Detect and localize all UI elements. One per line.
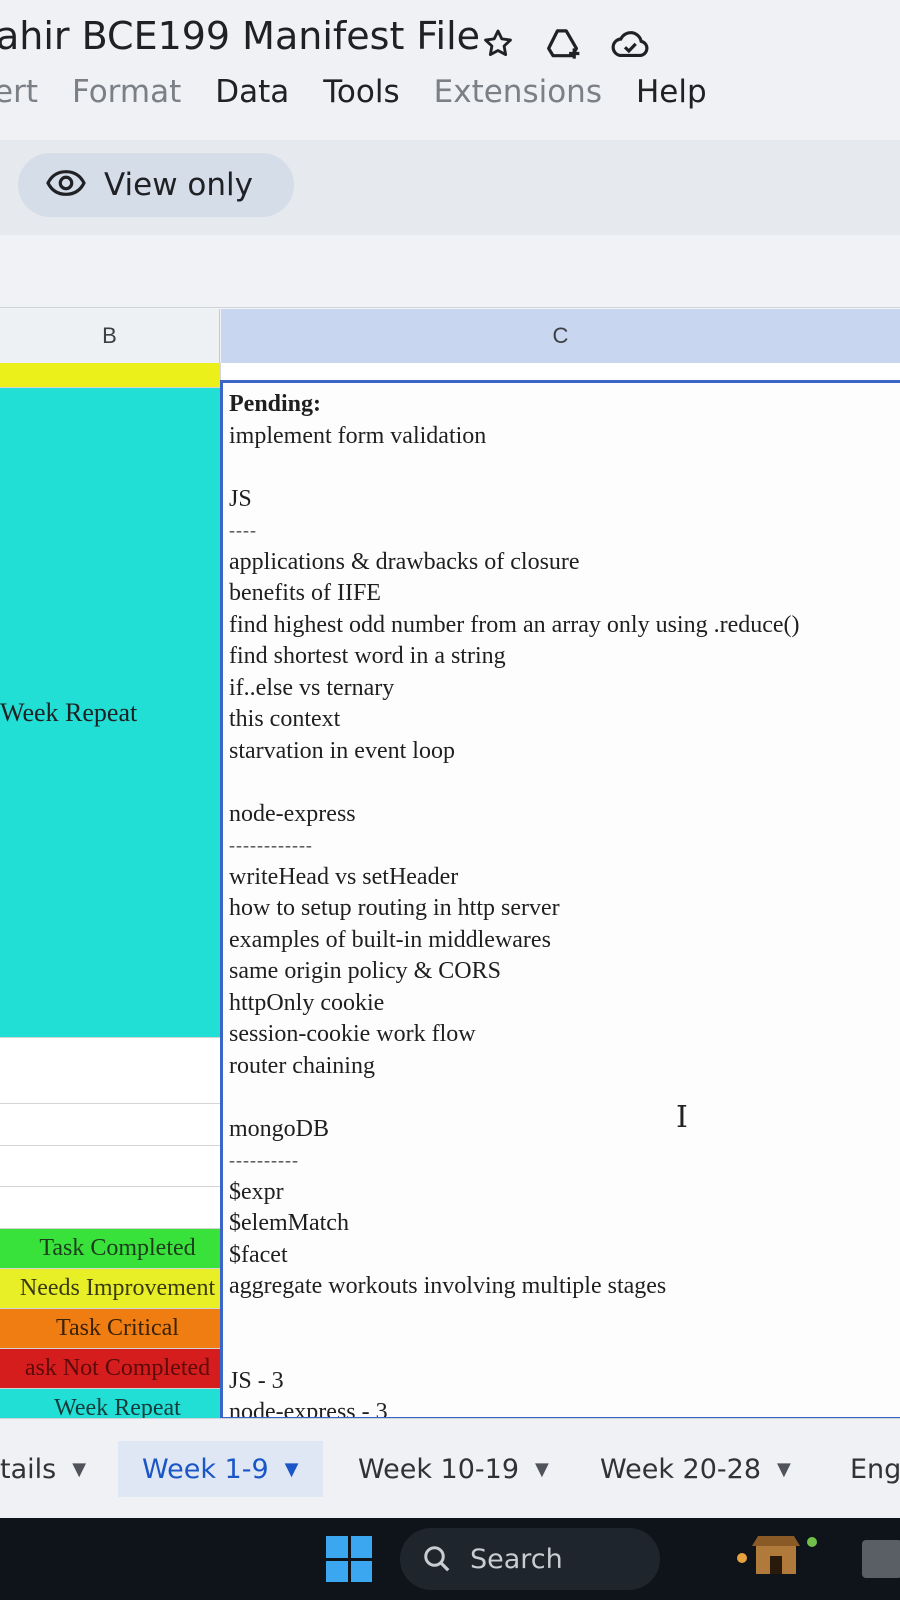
cell-b-week-repeat-text: Week Repeat [0,697,138,727]
cell-c-content: Pending: implement form validation JS ---- a… [229,389,800,1420]
cell-c-line: how to setup routing in http server [229,895,560,921]
star-icon[interactable] [478,24,518,64]
os-taskbar: Search [0,1518,900,1600]
taskbar-search[interactable]: Search [400,1528,660,1590]
cell-c-line: router chaining [229,1052,375,1079]
cell-c-line: JS - 3 [229,1367,284,1394]
sheet-tab-label: tails [0,1453,57,1485]
cell-c-line: httpOnly cookie [229,989,385,1016]
cell-c-line: aggregate workouts involving multiple st… [229,1273,667,1299]
menu-tools[interactable]: Tools [323,74,399,110]
cell-c-line: starvation in event loop [229,737,455,764]
cell-c-line: this context [229,706,341,732]
sheet-tab-label: Week 1-9 [142,1453,269,1485]
cell-c-line: find shortest word in a string [229,643,506,669]
cell-c-line: mongoDB [229,1115,330,1142]
menu-insert[interactable]: ert [0,74,38,110]
toolbar: View only [0,140,900,235]
sheet-tab-details[interactable]: tails ▼ [0,1441,86,1497]
column-header-c[interactable]: C [221,309,900,363]
menu-help[interactable]: Help [636,74,707,110]
cell-c-line: $elemMatch [229,1210,349,1236]
sheet-grid: Week Repeat Task Completed Needs Improve… [0,363,900,1429]
cell-c-line: ---------- [229,1150,299,1170]
cell-c-line: $expr [229,1178,284,1205]
cell-c-line: examples of built-in middlewares [229,926,551,953]
sheet-tab-week-20-28[interactable]: Week 20-28 ▼ [600,1441,791,1497]
cell-c-line: writeHead vs setHeader [229,863,459,890]
cell-c-line [229,1303,800,1335]
cell-c-line [229,767,800,799]
cell-b-yellow[interactable] [0,363,221,388]
cell-c-line: session-cookie work flow [229,1021,476,1047]
document-title[interactable]: ahir BCE199 Manifest File [0,14,480,58]
search-label: Search [470,1543,563,1575]
cell-b-week-repeat[interactable]: Week Repeat [0,388,228,1038]
cell-c-line: implement form validation [229,422,487,449]
menu-data[interactable]: Data [215,74,289,110]
sheet-tab-label: Week 10-19 [358,1453,520,1485]
cell-c-above[interactable] [221,363,900,380]
legend-task-not-completed[interactable]: ask Not Completed [0,1349,236,1389]
cell-c-line [229,452,800,484]
legend-label: Needs Improvement [19,1275,216,1301]
column-header-b[interactable]: B [0,309,220,363]
text-cursor-icon: I [676,1100,688,1135]
eye-icon [46,169,86,202]
cell-c-line [229,1334,800,1366]
chevron-down-icon: ▼ [72,1458,87,1480]
cell-c-line: Pending: [229,391,322,417]
cell-c-line: ------------ [229,835,313,855]
chevron-down-icon: ▼ [535,1458,549,1480]
sheet-tab-label: Eng [850,1453,900,1485]
drive-add-icon[interactable] [544,24,584,64]
cell-c-line: node-express [229,800,356,827]
legend-task-completed[interactable]: Task Completed [0,1229,236,1269]
sheet-tab-label: Week 20-28 [600,1453,762,1485]
view-only-button[interactable]: View only [18,153,294,217]
title-icons [478,24,650,64]
windows-start-icon[interactable] [326,1536,372,1582]
cell-c-line: JS [229,485,252,512]
legend-task-critical[interactable]: Task Critical [0,1309,236,1349]
cell-b-blank[interactable] [0,1187,228,1229]
cell-c-line: $facet [229,1241,288,1268]
sheet-tab-week-10-19[interactable]: Week 10-19 ▼ [358,1441,549,1497]
menu-format[interactable]: Format [72,74,181,110]
legend-label: ask Not Completed [24,1355,211,1381]
cloud-status-icon[interactable] [610,24,650,64]
chevron-down-icon: ▼ [777,1458,791,1480]
sheet-tab-week-1-9[interactable]: Week 1-9 ▼ [118,1441,323,1497]
taskbar-app-icon[interactable] [862,1540,900,1578]
cell-c-line: if..else vs ternary [229,674,395,701]
cell-c-line: same origin policy & CORS [229,958,501,984]
widget-icon[interactable] [732,1530,820,1586]
view-only-label: View only [104,167,253,203]
cell-c-line: find highest odd number from an array on… [229,611,800,638]
chevron-down-icon: ▼ [284,1458,299,1480]
legend-needs-improvement[interactable]: Needs Improvement [0,1269,236,1309]
cell-c-line: node-express - 3 [229,1399,388,1420]
title-bar: ahir BCE199 Manifest File ert Format Dat… [0,0,900,140]
formula-bar [0,235,900,308]
legend-label: Task Completed [39,1235,196,1261]
sheet-tab-eng[interactable]: Eng [850,1441,900,1497]
cell-c-line: applications & drawbacks of closure [229,548,580,575]
cell-b-blank[interactable] [0,1104,228,1146]
menu-bar: ert Format Data Tools Extensions Help [0,74,707,110]
cell-b-blank[interactable] [0,1146,228,1187]
cell-c-selected[interactable]: Pending: implement form validation JS ---- a… [220,380,900,1420]
cell-c-line: ---- [229,520,257,540]
cell-c-line: benefits of IIFE [229,580,381,606]
search-icon [424,1546,450,1572]
sheet-tab-bar: tails ▼ Week 1-9 ▼ Week 10-19 ▼ Week 20-… [0,1418,900,1518]
cell-b-blank[interactable] [0,1038,228,1104]
menu-extensions[interactable]: Extensions [434,74,602,110]
cell-c-line [229,1082,800,1114]
legend-label: Task Critical [56,1315,179,1341]
